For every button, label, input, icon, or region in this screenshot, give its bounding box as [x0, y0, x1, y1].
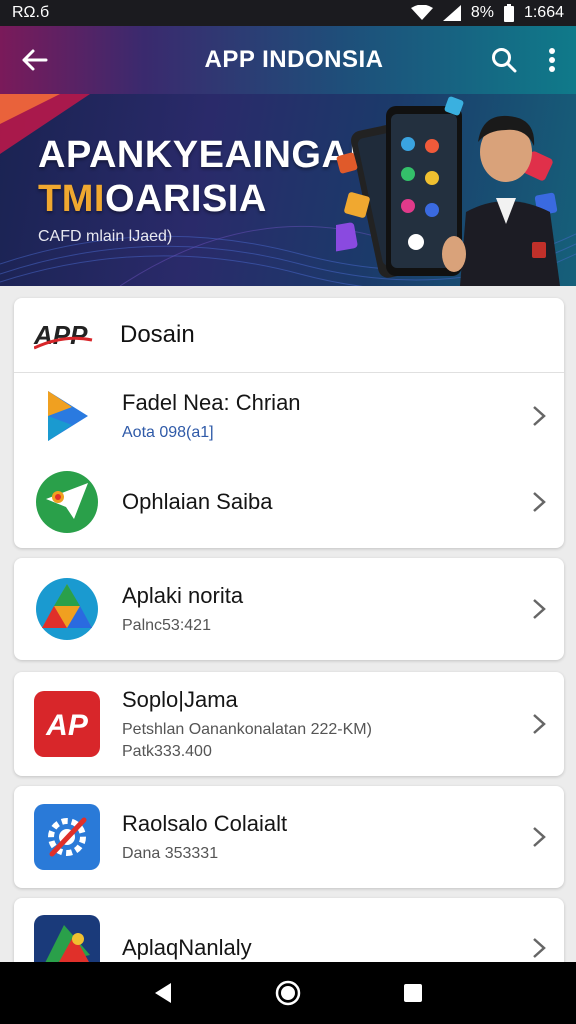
list-item[interactable]: Fadel Nea: Chrian Aota 098(a1] — [14, 373, 564, 459]
nav-home-button[interactable] — [268, 973, 308, 1013]
item-subtitle: Petshlan Oanankonalatan 222-KM) — [122, 721, 372, 738]
home-circle-icon — [275, 980, 301, 1006]
banner-tagline: CAFD mlain lJaed) — [38, 228, 173, 245]
item-name: Aplaki norita — [122, 583, 244, 608]
item-name: AplaqNanlaly — [122, 935, 252, 960]
blue-gear-icon — [34, 804, 100, 870]
app-card[interactable]: Raolsalo Colaialt Dana 353331 — [14, 786, 564, 888]
search-icon — [492, 48, 517, 73]
battery-percent: 8% — [470, 4, 494, 21]
item-name: Soplo|Jama — [122, 687, 238, 712]
back-arrow-icon — [22, 49, 48, 71]
logo-swoosh-icon — [34, 336, 93, 349]
back-button[interactable] — [0, 26, 68, 94]
search-button[interactable] — [480, 26, 528, 94]
banner-accent-text: TMI — [38, 178, 105, 220]
nav-recents-button[interactable] — [393, 973, 433, 1013]
item-name: Fadel Nea: Chrian — [122, 390, 301, 415]
status-bar: RΩ.б 8% 1:664 — [0, 0, 576, 26]
page-title: APP INDONSIA — [204, 46, 384, 73]
app-bar: APP INDONSIA — [0, 26, 576, 94]
clock: 1:664 — [523, 4, 564, 21]
item-detail: Patk333.400 — [122, 743, 212, 760]
play-triangle-icon — [48, 391, 88, 441]
item-subtitle: Palnc53:421 — [122, 617, 211, 634]
item-subtitle: Dana 353331 — [122, 845, 219, 862]
list-item[interactable]: Aplaki norita Palnc53:421 — [14, 558, 564, 660]
banner-headline: APANKYEAINGAN — [38, 134, 378, 176]
svg-text:AP: AP — [45, 709, 89, 742]
chevron-right-icon — [533, 492, 546, 512]
red-ap-icon: AP — [34, 691, 100, 757]
more-vert-icon — [549, 48, 555, 72]
app-logo: APP — [34, 320, 120, 351]
item-subtitle: Aota 098(a1] — [122, 424, 214, 441]
nav-back-button[interactable] — [143, 973, 183, 1013]
app-card[interactable]: Aplaki norita Palnc53:421 — [14, 558, 564, 660]
chevron-right-icon — [533, 406, 546, 426]
item-name: Ophlaian Saiba — [122, 489, 273, 514]
item-name: Raolsalo Colaialt — [122, 811, 288, 836]
banner-rest-text: OARISIA — [104, 178, 267, 220]
promo-banner[interactable]: APANKYEAINGAN TMIOARISIA CAFD mlain lJae… — [0, 94, 576, 286]
back-triangle-icon — [154, 983, 171, 1003]
recents-square-icon — [404, 984, 423, 1002]
chevron-right-icon — [533, 827, 546, 847]
green-paper-plane-icon — [36, 471, 98, 533]
app-card[interactable]: AP Soplo|Jama Petshlan Oanankonalatan 22… — [14, 672, 564, 776]
banner-subheadline: TMIOARISIA — [38, 178, 267, 221]
status-icons: 8% 1:664 — [410, 4, 564, 22]
chevron-right-icon — [533, 938, 546, 958]
more-options-button[interactable] — [528, 26, 576, 94]
battery-icon — [503, 4, 514, 22]
drive-triangle-icon — [36, 578, 98, 640]
status-left-text: RΩ.б — [12, 4, 50, 21]
banner-illustration — [336, 96, 560, 286]
section-title: Dosain — [120, 321, 195, 348]
chevron-right-icon — [533, 714, 546, 734]
section-header: APP Dosain — [14, 298, 564, 372]
wifi-icon — [410, 5, 433, 21]
featured-card: APP Dosain Fadel Nea: Chrian Aota 098(a1… — [14, 298, 564, 548]
list-item[interactable]: Raolsalo Colaialt Dana 353331 — [14, 786, 564, 888]
list-item[interactable]: Ophlaian Saiba — [14, 459, 564, 545]
signal-icon — [442, 5, 461, 21]
chevron-right-icon — [533, 599, 546, 619]
list-item[interactable]: AP Soplo|Jama Petshlan Oanankonalatan 22… — [14, 672, 564, 776]
system-nav-bar — [0, 962, 576, 1024]
